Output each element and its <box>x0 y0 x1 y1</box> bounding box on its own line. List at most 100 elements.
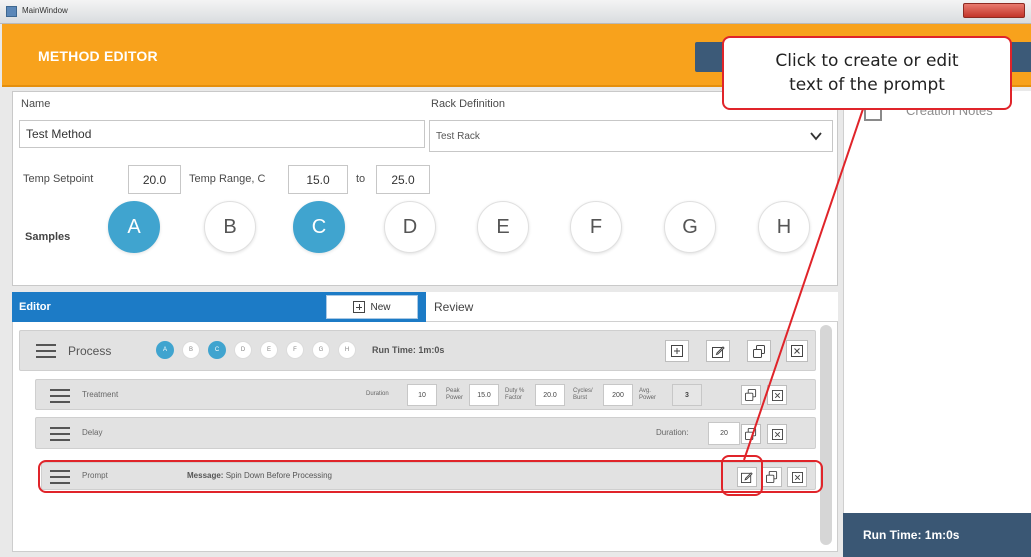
temp-range-min-input[interactable]: 15.0 <box>288 165 348 194</box>
process-sample-a[interactable]: A <box>156 341 174 359</box>
duty-factor-input[interactable]: 20.0 <box>535 384 565 406</box>
hamburger-icon[interactable] <box>36 344 56 358</box>
copy-icon <box>745 389 757 401</box>
prompt-message-label: Message: <box>187 471 224 480</box>
temp-setpoint-input[interactable]: 20.0 <box>128 165 181 194</box>
delay-row[interactable]: Delay Duration: 20 <box>35 417 816 449</box>
process-sample-g[interactable]: G <box>312 341 330 359</box>
run-time-bar: Run Time: 1m:0s <box>843 513 1031 557</box>
tab-review[interactable]: Review <box>426 292 838 322</box>
avg-power-label: Avg. Power <box>639 388 657 401</box>
window-close-button[interactable] <box>963 3 1025 18</box>
tab-review-label: Review <box>434 300 474 314</box>
process-sample-d[interactable]: D <box>234 341 252 359</box>
delete-process-button[interactable] <box>786 340 808 362</box>
rack-definition-value: Test Rack <box>436 130 480 142</box>
duty-factor-label: Duty % Factor <box>505 388 525 401</box>
treatment-row[interactable]: Treatment Duration 10 Peak Power 15.0 Dut… <box>35 379 816 410</box>
copy-icon <box>745 428 757 440</box>
edit-pencil-icon <box>741 472 753 483</box>
new-step-label: New <box>370 301 391 313</box>
delay-duration-label: Duration: <box>656 428 689 437</box>
callout-line-1: Click to create or edit <box>775 51 959 71</box>
editor-tab-bar: Editor New Review <box>12 292 838 322</box>
sample-g-toggle[interactable]: G <box>664 201 716 253</box>
peak-power-label: Peak Power <box>446 388 464 401</box>
cycles-burst-input[interactable]: 200 <box>603 384 633 406</box>
rack-definition-select[interactable]: Test Rack <box>429 120 833 152</box>
delete-delay-button[interactable] <box>767 424 787 444</box>
annotation-callout: Click to create or edit text of the prom… <box>722 36 1012 110</box>
page-title: METHOD EDITOR <box>38 48 158 64</box>
cycles-burst-label: Cycles/Burst <box>573 388 593 401</box>
sample-c-toggle[interactable]: C <box>293 201 345 253</box>
temp-range-label: Temp Range, C <box>189 173 266 185</box>
process-label: Process <box>68 344 112 358</box>
process-sample-f[interactable]: F <box>286 341 304 359</box>
editor-scrollbar[interactable] <box>820 325 832 545</box>
treatment-duration-input[interactable]: 10 <box>407 384 437 406</box>
edit-pencil-icon <box>711 345 725 358</box>
copy-prompt-button[interactable] <box>762 467 782 487</box>
copy-icon <box>766 471 778 483</box>
edit-process-button[interactable] <box>706 340 730 362</box>
edit-prompt-button[interactable] <box>737 467 757 487</box>
sample-b-toggle[interactable]: B <box>204 201 256 253</box>
window-title: MainWindow <box>22 6 68 15</box>
sample-h-toggle[interactable]: H <box>758 201 810 253</box>
tab-editor[interactable]: Editor New <box>12 292 426 322</box>
name-label: Name <box>21 98 51 110</box>
sample-a-toggle[interactable]: A <box>108 201 160 253</box>
callout-line-2: text of the prompt <box>789 75 945 95</box>
hamburger-icon[interactable] <box>50 427 70 441</box>
delete-square-icon <box>791 471 803 483</box>
copy-treatment-button[interactable] <box>741 385 761 405</box>
avg-power-value: 3 <box>672 384 702 406</box>
copy-icon <box>752 344 765 358</box>
app-icon <box>6 6 17 17</box>
delete-treatment-button[interactable] <box>767 385 787 405</box>
prompt-label: Prompt <box>82 471 108 480</box>
plus-square-icon <box>353 301 366 313</box>
copy-delay-button[interactable] <box>741 424 761 444</box>
sample-d-toggle[interactable]: D <box>384 201 436 253</box>
copy-process-button[interactable] <box>747 340 771 362</box>
window-titlebar: MainWindow <box>0 0 1031 24</box>
temp-range-to-label: to <box>356 173 366 185</box>
process-sample-c[interactable]: C <box>208 341 226 359</box>
temp-range-max-input[interactable]: 25.0 <box>376 165 430 194</box>
delete-prompt-button[interactable] <box>787 467 807 487</box>
process-sample-b[interactable]: B <box>182 341 200 359</box>
total-run-time: Run Time: 1m:0s <box>863 528 960 542</box>
sample-f-toggle[interactable]: F <box>570 201 622 253</box>
process-sample-h[interactable]: H <box>338 341 356 359</box>
treatment-duration-label: Duration <box>366 391 389 397</box>
new-step-button[interactable]: New <box>326 295 418 319</box>
editor-body: Process A B C D E F G H Run Time: 1m:0s <box>12 322 838 552</box>
treatment-label: Treatment <box>82 390 119 399</box>
prompt-message: Message: Spin Down Before Processing <box>187 471 332 480</box>
tab-editor-label: Editor <box>19 301 51 313</box>
side-panel: Creation Notes <box>843 91 1031 513</box>
app-window: MainWindow METHOD EDITOR Name Test Metho… <box>0 0 1031 557</box>
chevron-down-icon <box>810 132 822 141</box>
temp-setpoint-label: Temp Setpoint <box>23 173 94 185</box>
prompt-row[interactable]: Prompt Message: Spin Down Before Process… <box>41 462 816 490</box>
hamburger-icon[interactable] <box>50 470 70 484</box>
samples-label: Samples <box>25 231 71 243</box>
process-sample-e[interactable]: E <box>260 341 278 359</box>
sample-e-toggle[interactable]: E <box>477 201 529 253</box>
delete-square-icon <box>771 428 783 440</box>
delete-square-icon <box>771 389 783 401</box>
method-name-input[interactable]: Test Method <box>19 120 425 148</box>
delete-square-icon <box>791 345 803 357</box>
delay-duration-input[interactable]: 20 <box>708 422 740 445</box>
peak-power-input[interactable]: 15.0 <box>469 384 499 406</box>
add-step-button[interactable] <box>665 340 689 362</box>
process-row[interactable]: Process A B C D E F G H Run Time: 1m:0s <box>19 330 816 371</box>
hamburger-icon[interactable] <box>50 389 70 403</box>
prompt-message-text: Spin Down Before Processing <box>225 471 332 480</box>
process-run-time: Run Time: 1m:0s <box>372 345 445 355</box>
delay-label: Delay <box>82 428 103 437</box>
rack-definition-label: Rack Definition <box>431 98 505 110</box>
